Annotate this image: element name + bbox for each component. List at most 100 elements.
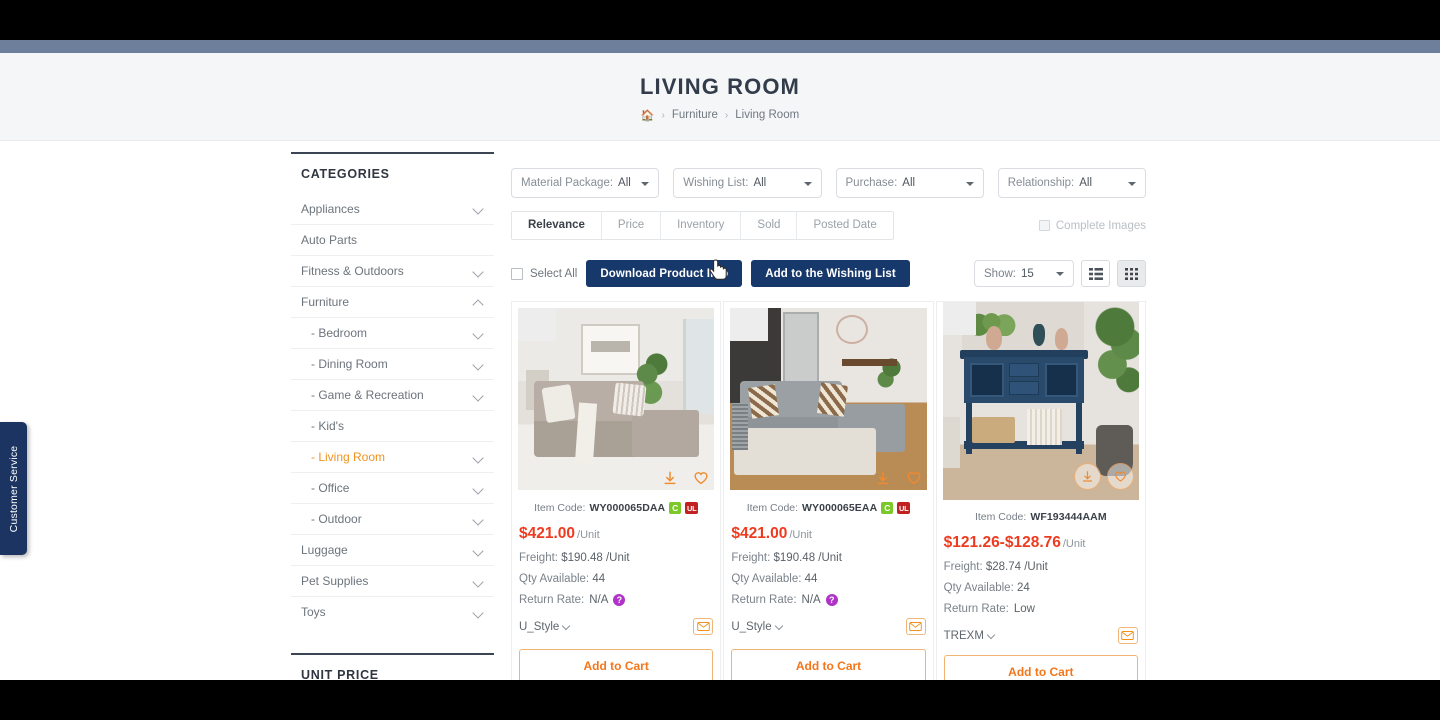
breadcrumb-separator: ›: [661, 109, 665, 121]
sidebar-item-game-recreation[interactable]: - Game & Recreation: [291, 379, 494, 410]
show-count-select[interactable]: Show: 15: [974, 260, 1074, 287]
item-code-value: WF193444AAM: [1030, 511, 1107, 523]
product-card[interactable]: Item Code: WF193444AAM $121.26-$128.76/U…: [935, 301, 1146, 680]
sort-tab-relevance[interactable]: Relevance: [512, 212, 601, 239]
letterbox-top: [0, 0, 1440, 40]
question-mark-icon[interactable]: ?: [825, 594, 838, 606]
wishlist-button[interactable]: [1106, 463, 1134, 490]
product-card[interactable]: Item Code: WY000065EAA C UL $421.00/Unit …: [723, 301, 934, 680]
return-rate-row: Return Rate: Low: [944, 603, 1138, 615]
list-view-icon: [1088, 267, 1103, 280]
sidebar-item-pet-supplies[interactable]: Pet Supplies: [291, 565, 494, 596]
add-to-cart-button[interactable]: Add to Cart: [943, 655, 1138, 680]
complete-images-toggle[interactable]: Complete Images: [1038, 219, 1146, 232]
return-rate-label: Return Rate:: [943, 603, 1009, 615]
image-placeholder-box: [730, 308, 769, 341]
download-button[interactable]: [661, 469, 679, 487]
chevron-down-icon[interactable]: [473, 328, 484, 339]
chevron-down-icon[interactable]: [473, 607, 484, 618]
filter-value: All: [1079, 177, 1093, 189]
filter-wishing-list[interactable]: Wishing List: All: [673, 168, 822, 198]
item-code-label: Item Code:: [534, 502, 586, 514]
sidebar-item-label: Auto Parts: [301, 233, 358, 247]
filter-purchase[interactable]: Purchase: All: [835, 168, 984, 198]
sidebar-item-fitness-outdoors[interactable]: Fitness & Outdoors: [291, 255, 494, 286]
contact-supplier-button[interactable]: [693, 618, 714, 635]
add-to-wishing-list-button[interactable]: Add to the Wishing List: [751, 260, 910, 287]
sidebar-item-label: - Dining Room: [311, 357, 388, 371]
sidebar-item-auto-parts[interactable]: Auto Parts: [291, 224, 494, 255]
chevron-down-icon[interactable]: [473, 390, 484, 401]
chevron-down-icon[interactable]: [473, 452, 484, 463]
download-icon: [877, 471, 889, 485]
freight-row: Freight: $28.74 /Unit: [943, 561, 1048, 573]
view-controls: Show: 15: [974, 260, 1146, 287]
product-price: $421.00/Unit: [519, 525, 600, 542]
chevron-down-icon[interactable]: [473, 545, 484, 556]
sidebar-item-office[interactable]: - Office: [291, 472, 494, 503]
image-placeholder-box: [942, 302, 976, 335]
select-all-checkbox[interactable]: [511, 267, 523, 280]
complete-images-label: Complete Images: [1055, 219, 1146, 232]
sidebar-item-kid-s[interactable]: - Kid's: [291, 410, 494, 441]
sidebar-item-label: Appliances: [301, 201, 360, 216]
customer-service-label: Customer Service: [7, 445, 20, 532]
chevron-down-icon: [803, 181, 812, 186]
sidebar-item-furniture[interactable]: Furniture: [291, 286, 494, 317]
download-button[interactable]: [1073, 463, 1101, 490]
chevron-down-icon[interactable]: [473, 266, 484, 277]
complete-images-checkbox[interactable]: [1038, 220, 1050, 231]
brand-selector[interactable]: U_Style: [519, 621, 571, 633]
list-view-button[interactable]: [1081, 260, 1110, 287]
qty-available-value: 44: [804, 573, 818, 585]
wishlist-button[interactable]: [692, 469, 710, 487]
select-all-control[interactable]: Select All: [511, 267, 577, 280]
breadcrumb: 🏠 › Furniture › Living Room: [641, 109, 799, 122]
product-card[interactable]: Item Code: WY000065DAA C UL $421.00/Unit …: [511, 301, 722, 680]
add-to-cart-button[interactable]: Add to Cart: [519, 649, 714, 680]
page-title-band: LIVING ROOM 🏠 › Furniture › Living Room: [0, 53, 1440, 141]
sort-tab-sold[interactable]: Sold: [740, 212, 797, 239]
chevron-down-icon: [1056, 272, 1064, 276]
sidebar-item-toys[interactable]: Toys: [291, 596, 494, 627]
chevron-down-icon[interactable]: [473, 483, 484, 494]
sidebar-item-outdoor[interactable]: - Outdoor: [291, 503, 494, 534]
qty-available-value: 24: [1016, 582, 1030, 594]
breadcrumb-item-living-room[interactable]: Living Room: [735, 109, 799, 121]
chevron-down-icon[interactable]: [473, 203, 484, 214]
brand-selector[interactable]: U_Style: [731, 621, 783, 633]
add-to-cart-button[interactable]: Add to Cart: [731, 649, 926, 680]
sidebar-item-dining-room[interactable]: - Dining Room: [291, 348, 494, 379]
chevron-down-icon[interactable]: [473, 576, 484, 587]
sidebar-item-luggage[interactable]: Luggage: [291, 534, 494, 565]
download-button[interactable]: [874, 469, 892, 487]
envelope-icon: [1121, 631, 1135, 640]
chevron-down-icon[interactable]: [473, 359, 484, 370]
product-image[interactable]: [942, 302, 1139, 500]
sidebar-item-bedroom[interactable]: - Bedroom: [291, 317, 494, 348]
grid-view-button[interactable]: [1117, 260, 1146, 287]
chevron-up-icon[interactable]: [473, 297, 484, 308]
sort-tab-inventory[interactable]: Inventory: [660, 212, 741, 239]
unit-price-heading: UNIT PRICE: [301, 668, 379, 680]
contact-supplier-button[interactable]: [905, 618, 926, 635]
product-image[interactable]: [730, 308, 927, 490]
customer-service-tab[interactable]: Customer Service: [0, 422, 27, 555]
sort-tab-price[interactable]: Price: [600, 212, 661, 239]
wishlist-button[interactable]: [905, 469, 923, 487]
breadcrumb-item-furniture[interactable]: Furniture: [672, 109, 718, 121]
sidebar-item-living-room[interactable]: - Living Room: [291, 441, 494, 472]
chevron-down-icon[interactable]: [473, 514, 484, 525]
contact-supplier-button[interactable]: [1117, 627, 1138, 644]
filter-material-package[interactable]: Material Package: All: [511, 168, 660, 198]
return-rate-label: Return Rate:: [519, 594, 585, 606]
product-image[interactable]: [518, 308, 715, 490]
question-mark-icon[interactable]: ?: [613, 594, 626, 606]
sidebar-item-label: - Living Room: [311, 450, 386, 464]
return-rate-value: N/A: [589, 594, 609, 606]
sort-tab-posted-date[interactable]: Posted Date: [796, 212, 893, 239]
home-icon[interactable]: 🏠: [641, 109, 655, 122]
sidebar-item-appliances[interactable]: Appliances: [291, 193, 494, 224]
filter-relationship[interactable]: Relationship: All: [997, 168, 1146, 198]
brand-selector[interactable]: TREXM: [944, 630, 996, 642]
